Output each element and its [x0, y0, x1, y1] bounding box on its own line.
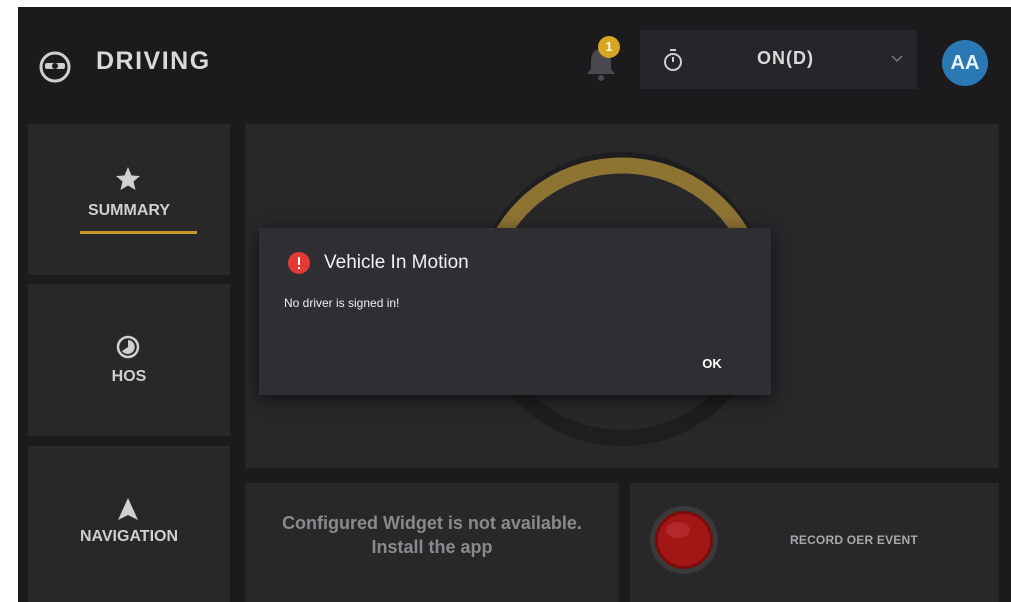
user-avatar[interactable]: AA [942, 40, 988, 86]
stopwatch-icon [664, 49, 682, 71]
active-tab-indicator [80, 231, 197, 234]
app-screen: DRIVING 1 ON(D) AA SUMMARY HOS NAVIGATIO… [18, 7, 1011, 602]
ok-button[interactable]: OK [691, 350, 733, 378]
dialog-message: No driver is signed in! [284, 296, 400, 310]
widget-line-2: Install the app [371, 537, 493, 557]
clock-icon [116, 335, 140, 359]
chevron-down-icon [891, 55, 903, 63]
dialog-title: Vehicle In Motion [324, 252, 469, 273]
record-button-icon[interactable] [648, 504, 720, 576]
sidebar-item-navigation[interactable]: NAVIGATION [28, 446, 230, 602]
duty-status-value: ON(D) [757, 48, 814, 68]
top-bar: DRIVING 1 ON(D) AA [18, 7, 1011, 117]
sidebar-item-label: SUMMARY [87, 202, 171, 219]
sidebar-item-label: HOS [111, 368, 147, 385]
steering-wheel-icon [39, 51, 71, 83]
record-event-label: RECORD OER EVENT [790, 533, 918, 547]
sidebar-item-label: NAVIGATION [79, 528, 179, 545]
sidebar-item-summary[interactable]: SUMMARY [28, 124, 230, 275]
star-icon [116, 167, 140, 190]
navigation-arrow-icon [118, 498, 138, 520]
widget-unavailable-message: Configured Widget is not available. Inst… [245, 511, 619, 559]
alert-icon [288, 252, 310, 274]
widget-line-1: Configured Widget is not available. [282, 513, 582, 533]
record-event-panel[interactable]: RECORD OER EVENT [630, 483, 999, 602]
sidebar-item-hos[interactable]: HOS [28, 284, 230, 436]
duty-status-dropdown[interactable]: ON(D) [640, 30, 917, 89]
page-title: DRIVING [96, 47, 211, 75]
notification-badge: 1 [598, 36, 620, 58]
widget-panel: Configured Widget is not available. Inst… [245, 483, 619, 602]
vehicle-in-motion-dialog: Vehicle In Motion No driver is signed in… [259, 228, 771, 395]
